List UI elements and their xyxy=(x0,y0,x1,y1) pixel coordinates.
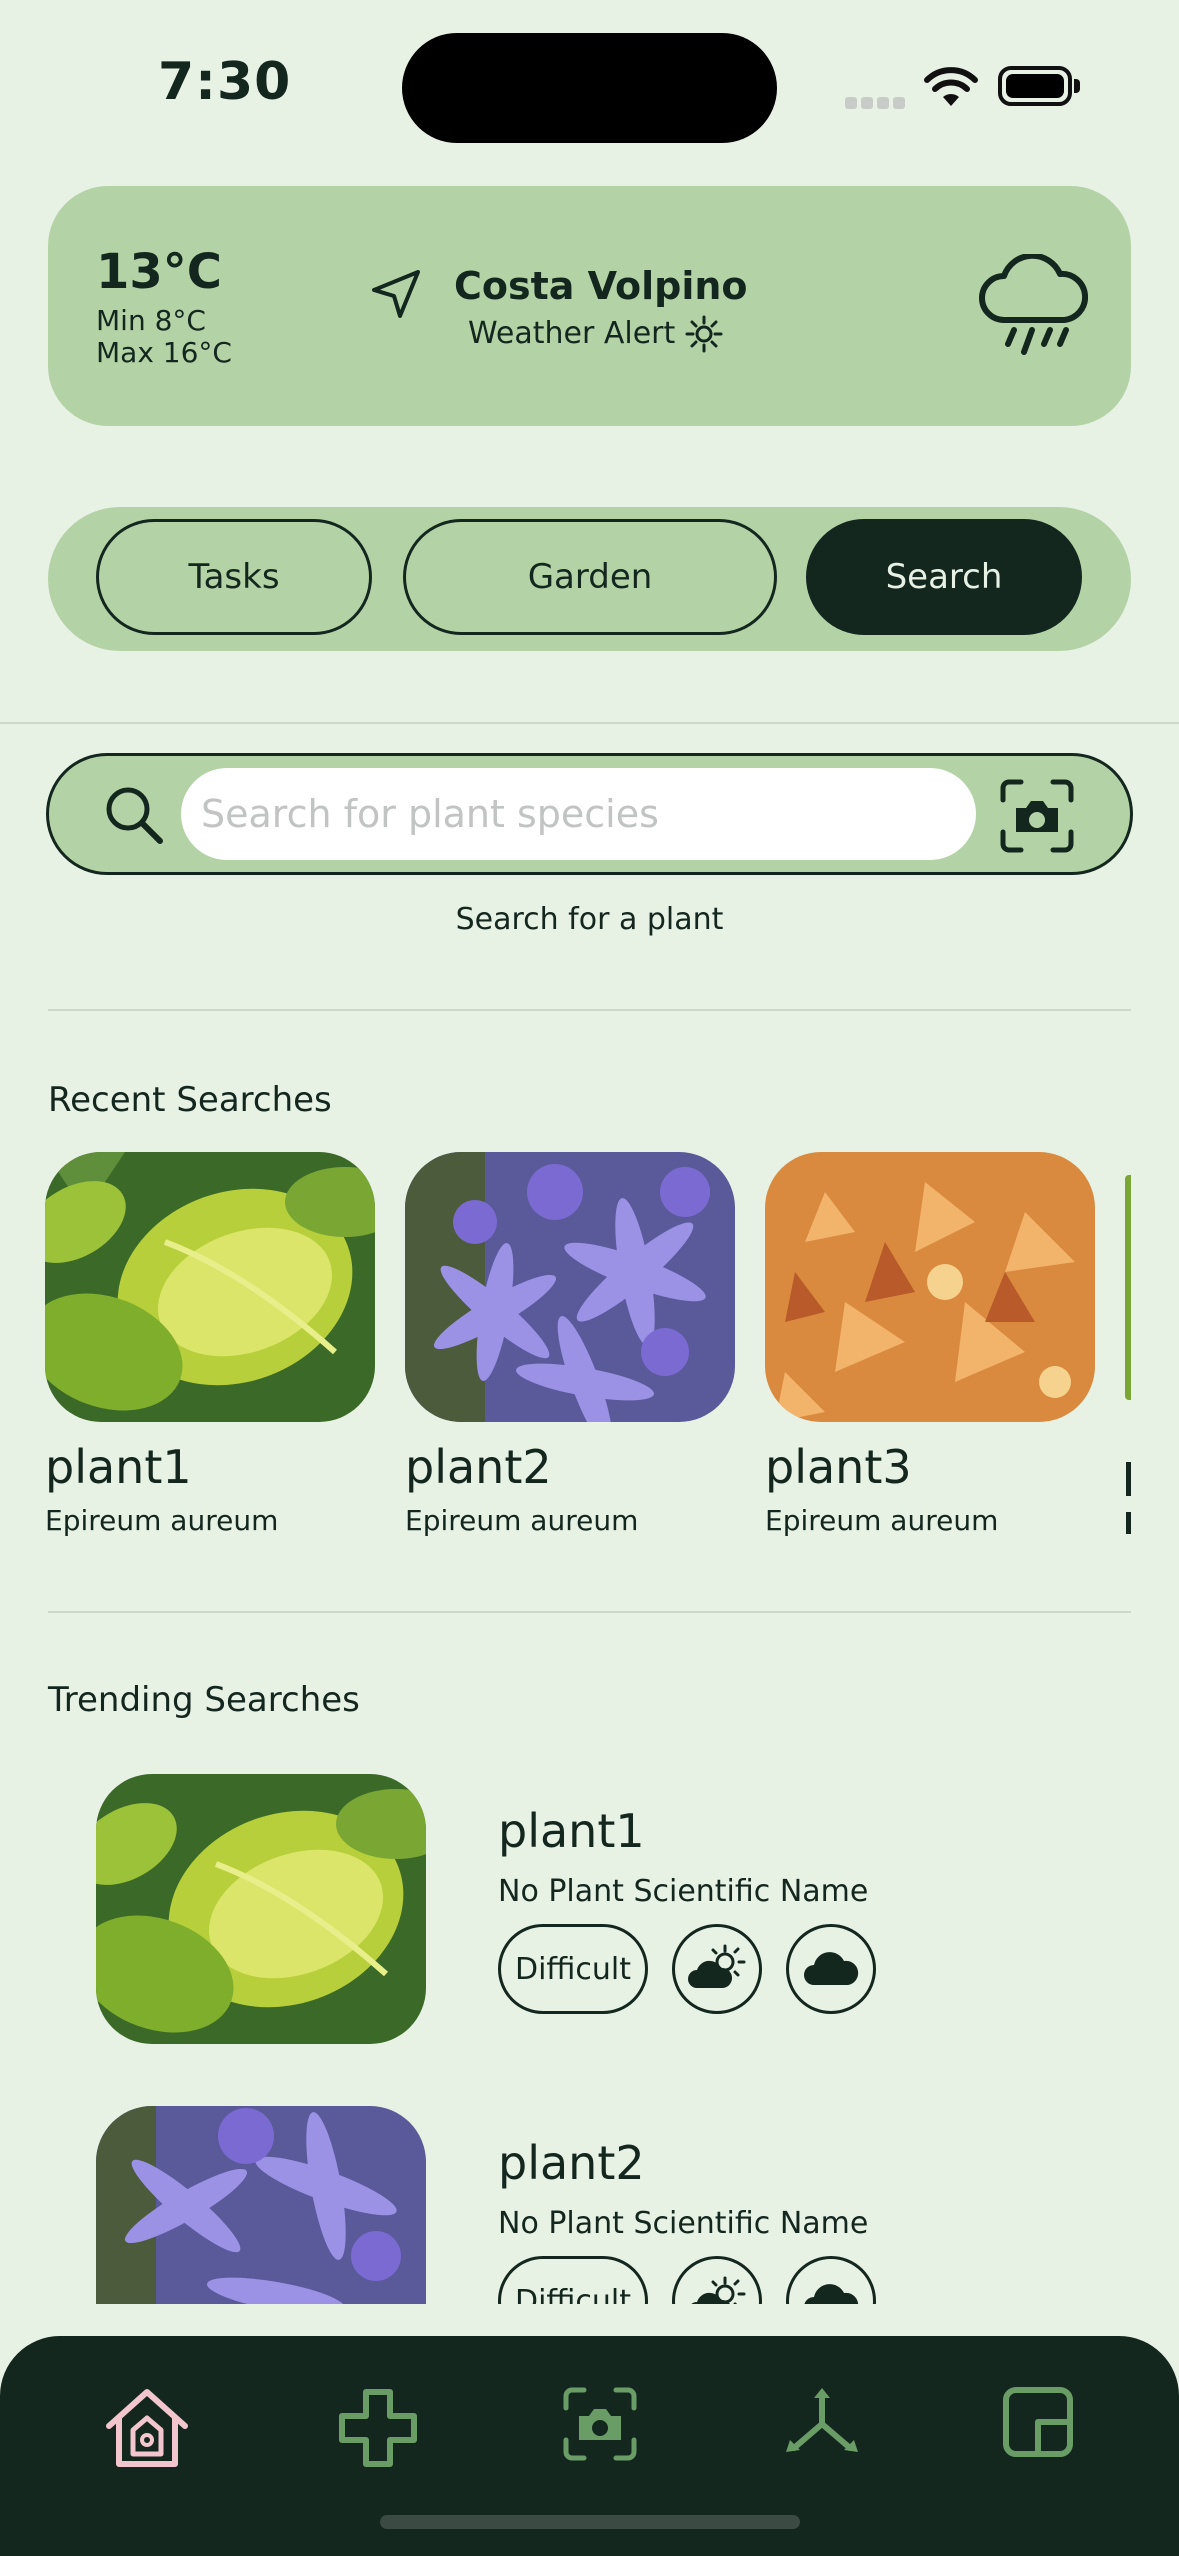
plant-image xyxy=(765,1152,1095,1422)
trending-item[interactable]: plant1 No Plant Scientific Name Difficul… xyxy=(96,1774,1096,2054)
recent-plant-scientific: Epireum aureum xyxy=(45,1504,279,1537)
max-temperature: Max 16°C xyxy=(96,336,232,369)
header-divider xyxy=(0,722,1179,724)
partly-sunny-icon xyxy=(672,2256,762,2304)
location-name: Costa Volpino xyxy=(454,264,748,308)
dynamic-island xyxy=(402,33,777,143)
widget-icon[interactable] xyxy=(1002,2386,1074,2458)
recent-plant-name: plant3 xyxy=(765,1440,912,1494)
min-temperature: Min 8°C xyxy=(96,304,206,337)
partly-sunny-icon xyxy=(672,1924,762,2014)
trending-plant-name: plant2 xyxy=(498,2136,645,2190)
tab-tasks[interactable]: Tasks xyxy=(96,519,372,635)
tab-search[interactable]: Search xyxy=(806,519,1082,635)
recent-card-overflow-name xyxy=(1126,1462,1131,1496)
recent-card-overflow-sci xyxy=(1126,1512,1131,1534)
recent-plant-name: plant1 xyxy=(45,1440,192,1494)
cloud-icon xyxy=(786,1924,876,2014)
section-divider xyxy=(48,1611,1131,1613)
section-divider xyxy=(48,1009,1131,1011)
wifi-icon xyxy=(924,67,978,106)
search-icon[interactable] xyxy=(103,784,165,846)
recent-card[interactable]: plant1 Epireum aureum xyxy=(45,1152,375,1537)
sun-alert-icon xyxy=(685,315,723,353)
plant-image xyxy=(405,1152,735,1422)
search-input[interactable] xyxy=(181,768,976,860)
recent-searches-title: Recent Searches xyxy=(48,1080,332,1120)
status-time: 7:30 xyxy=(158,52,292,112)
camera-scan-icon[interactable] xyxy=(999,778,1075,854)
cloud-icon xyxy=(786,2256,876,2304)
search-caption: Search for a plant xyxy=(455,902,724,937)
recent-plant-name: plant2 xyxy=(405,1440,552,1494)
plant-image xyxy=(96,1774,426,2044)
plus-icon[interactable] xyxy=(336,2386,420,2470)
battery-icon xyxy=(998,66,1072,106)
trending-plant-scientific: No Plant Scientific Name xyxy=(498,1874,869,1909)
trending-list: plant1 No Plant Scientific Name Difficul… xyxy=(0,1740,1179,2304)
trending-searches-title: Trending Searches xyxy=(48,1680,360,1720)
battery-tip xyxy=(1074,79,1080,93)
plant-image xyxy=(96,2106,426,2304)
difficulty-chip: Difficult xyxy=(498,2256,648,2304)
tab-garden[interactable]: Garden xyxy=(403,519,777,635)
weather-alert-label: Weather Alert xyxy=(468,316,676,351)
recent-card[interactable]: plant3 Epireum aureum xyxy=(765,1152,1095,1537)
search-bar xyxy=(46,753,1133,875)
difficulty-chip: Difficult xyxy=(498,1924,648,2014)
tab-bar: Tasks Garden Search xyxy=(48,507,1131,651)
temperature: 13°C xyxy=(96,244,223,300)
share-nodes-icon[interactable] xyxy=(780,2386,864,2462)
rain-cloud-icon xyxy=(979,254,1088,355)
plant-image xyxy=(45,1152,375,1422)
weather-card[interactable]: 13°C Min 8°C Max 16°C Costa Volpino Weat… xyxy=(48,186,1131,426)
camera-icon[interactable] xyxy=(562,2386,638,2462)
signal-dots-icon xyxy=(845,94,909,113)
trending-plant-scientific: No Plant Scientific Name xyxy=(498,2206,869,2241)
trending-item[interactable]: plant2 No Plant Scientific Name Difficul… xyxy=(96,2106,1096,2304)
home-icon[interactable] xyxy=(103,2386,191,2470)
home-indicator xyxy=(380,2515,800,2529)
recent-plant-scientific: Epireum aureum xyxy=(405,1504,639,1537)
recent-card[interactable]: plant2 Epireum aureum xyxy=(405,1152,735,1537)
navigation-arrow-icon xyxy=(372,270,420,318)
recent-plant-scientific: Epireum aureum xyxy=(765,1504,999,1537)
trending-plant-name: plant1 xyxy=(498,1804,645,1858)
recent-card-overflow xyxy=(1125,1175,1131,1400)
